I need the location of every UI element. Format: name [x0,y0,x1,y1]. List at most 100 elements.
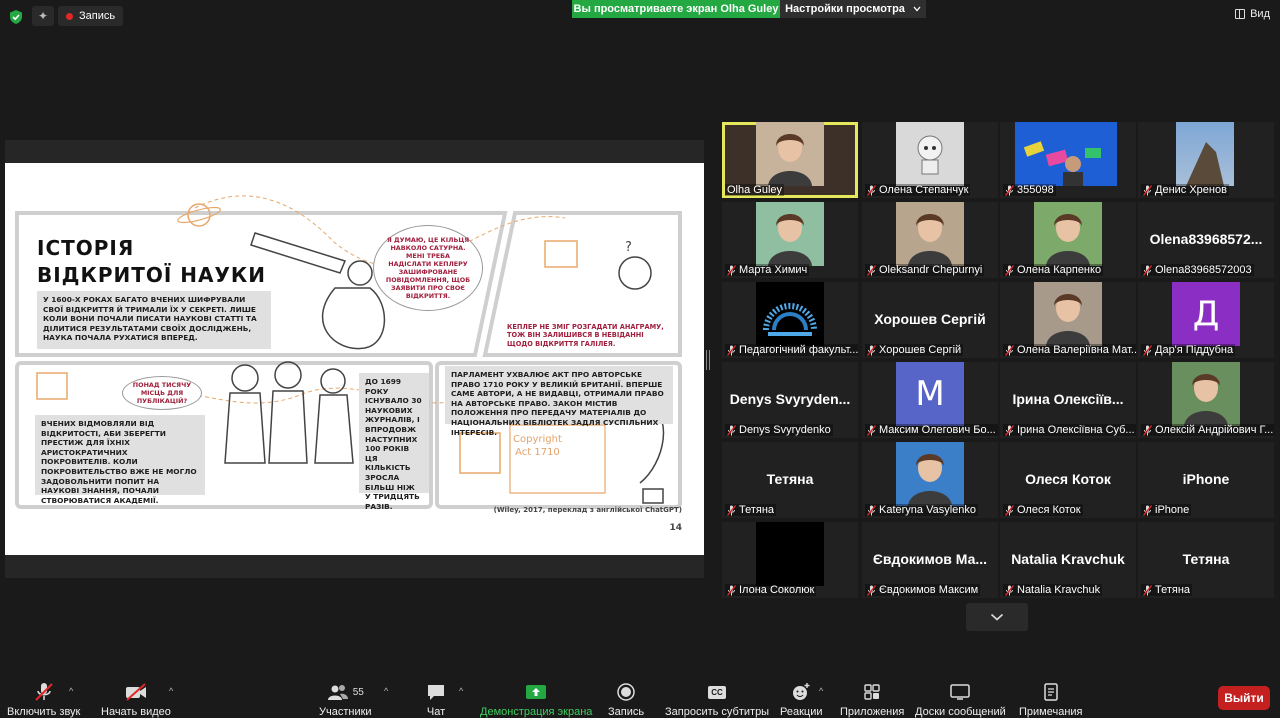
participant-avatar [1034,202,1102,266]
participant-tile[interactable]: Євдокимов Ма... Євдокимов Максим [862,522,998,598]
chat-options-caret-icon[interactable]: ^ [459,686,463,696]
notes-button[interactable]: Примечания [1019,682,1083,718]
participants-button[interactable]: 55 Участники [319,682,372,718]
participant-avatar: Д [1172,282,1240,346]
participant-avatar [896,122,964,186]
reactions-button[interactable]: Реакции [780,682,823,718]
reactions-label: Реакции [780,706,823,718]
participant-name: Тетяна [739,504,775,516]
mic-muted-icon [1143,424,1152,436]
chat-button[interactable]: Чат [426,682,446,718]
apps-label: Приложения [840,706,905,718]
participant-name: Natalia Kravchuk [1017,584,1101,596]
participant-name: iPhone [1155,504,1190,516]
record-indicator-label: Запись [79,10,116,22]
participant-name: Олексій Андрійович Г... [1155,424,1274,436]
record-icon [617,683,635,701]
split-resize-handle[interactable] [706,350,710,370]
leave-button[interactable]: Выйти [1218,686,1270,710]
participant-avatar [1015,122,1117,186]
participant-tile[interactable]: Kateryna Vasylenko [862,442,998,518]
share-screen-button[interactable]: Демонстрация экрана [480,682,592,718]
mic-muted-icon [1005,184,1014,196]
participant-name: Тетяна [1155,584,1191,596]
participant-name: 355098 [1017,184,1054,196]
record-button[interactable]: Запись [608,682,644,718]
participant-tile[interactable]: Марта Химич [722,202,858,278]
participant-tile[interactable]: M Максим Олегович Бо... [862,362,998,438]
participant-tile[interactable]: Олена Степанчук [862,122,998,198]
slide-title-line1: ІСТОРІЯ [37,236,135,260]
chat-label: Чат [426,706,446,718]
participant-name-label: Олексій Андрійович Г... [1141,424,1274,436]
mic-muted-icon [727,344,736,356]
participant-tile[interactable]: Olha Guley [722,122,858,198]
participant-name: Olena83968572003 [1155,264,1252,276]
recording-indicator[interactable]: Запись [58,6,124,26]
participant-avatar [1034,282,1102,346]
participant-tile[interactable]: Олена Карпенко [1000,202,1136,278]
participant-tile[interactable]: Denys Svyryden... Denys Svyrydenko [722,362,858,438]
participant-tile[interactable]: Ірина Олексіїв... Ірина Олексіївна Суб... [1000,362,1136,438]
mic-muted-icon [727,584,736,596]
participant-tile[interactable]: iPhone iPhone [1138,442,1274,518]
participant-tile[interactable]: Natalia Kravchuk Natalia Kravchuk [1000,522,1136,598]
mic-muted-icon [1143,344,1152,356]
participant-tile[interactable]: 355098 [1000,122,1136,198]
start-video-label: Начать видео [101,706,171,718]
participant-name: Олена Степанчук [879,184,969,196]
slide-page-number: 14 [669,523,682,533]
participant-tile[interactable]: Олеся Коток Олеся Коток [1000,442,1136,518]
reactions-options-caret-icon[interactable]: ^ [819,686,823,696]
participant-name: Олеся Коток [1017,504,1081,516]
participant-name-label: Тетяна [1141,584,1193,596]
mic-muted-icon [34,683,53,701]
participant-name-label: Олена Карпенко [1003,264,1104,276]
participant-name: Ілона Соколюк [739,584,815,596]
participant-tile[interactable]: Олексій Андрійович Г... [1138,362,1274,438]
participants-options-caret-icon[interactable]: ^ [384,686,388,696]
mic-muted-icon [1143,184,1152,196]
reaction-smiley-icon [793,683,810,700]
mic-muted-icon [1005,504,1014,516]
participant-name-label: Марта Химич [725,264,810,276]
participant-display-name: Natalia Kravchuk [1011,551,1125,567]
participant-name: Марта Химич [739,264,808,276]
request-captions-button[interactable]: CC Запросить субтитры [665,682,769,718]
record-dot-icon [66,12,73,20]
video-options-caret-icon[interactable]: ^ [169,686,173,696]
slide-credit: (Wiley, 2017, переклад з англійської Cha… [493,506,682,514]
start-video-button[interactable]: Начать видео [101,682,171,718]
spark-icon[interactable]: ✦ [32,6,54,26]
participant-tile[interactable]: Тетяна Тетяна [1138,522,1274,598]
participant-avatar [1176,122,1234,186]
audio-options-caret-icon[interactable]: ^ [69,686,73,696]
gallery-next-page-button[interactable] [966,603,1028,631]
participant-display-name: Євдокимов Ма... [872,551,988,567]
participant-tile[interactable]: Олена Валеріївна Мат... [1000,282,1136,358]
mic-muted-icon [867,584,876,596]
participant-avatar [896,442,964,506]
view-button[interactable]: Вид [1235,8,1270,20]
mic-muted-icon [727,504,736,516]
participant-tile[interactable]: Хорошев Сергій Хорошев Сергій [862,282,998,358]
participant-tile[interactable]: Oleksandr Chepurnyi [862,202,998,278]
security-shield-icon[interactable] [8,9,24,25]
participant-name-label: Олена Валеріївна Мат... [1003,344,1136,356]
participant-tile[interactable]: Д Дар'я Піддубна [1138,282,1274,358]
participants-icon [327,685,348,700]
view-options-dropdown[interactable]: Настройки просмотра [780,0,926,18]
record-label: Запись [608,706,645,718]
participant-display-name: Denys Svyryden... [729,391,851,407]
participant-avatar [896,202,964,266]
participant-tile[interactable]: Ілона Соколюк [722,522,858,598]
participant-avatar [756,202,824,266]
publications-speech-bubble: ПОНАД ТИСЯЧУ МІСЦЬ ДЛЯ ПУБЛІКАЦІЙ? [122,376,202,410]
whiteboards-button[interactable]: Доски сообщений [915,682,1006,718]
participant-display-name: Ірина Олексіїв... [1012,391,1124,407]
participant-tile[interactable]: Olena83968572... Olena83968572003 [1138,202,1274,278]
participant-tile[interactable]: Денис Хренов [1138,122,1274,198]
participant-tile[interactable]: Тетяна Тетяна [722,442,858,518]
participant-tile[interactable]: Педагогічний факульт... [722,282,858,358]
apps-button[interactable]: Приложения [840,682,904,718]
